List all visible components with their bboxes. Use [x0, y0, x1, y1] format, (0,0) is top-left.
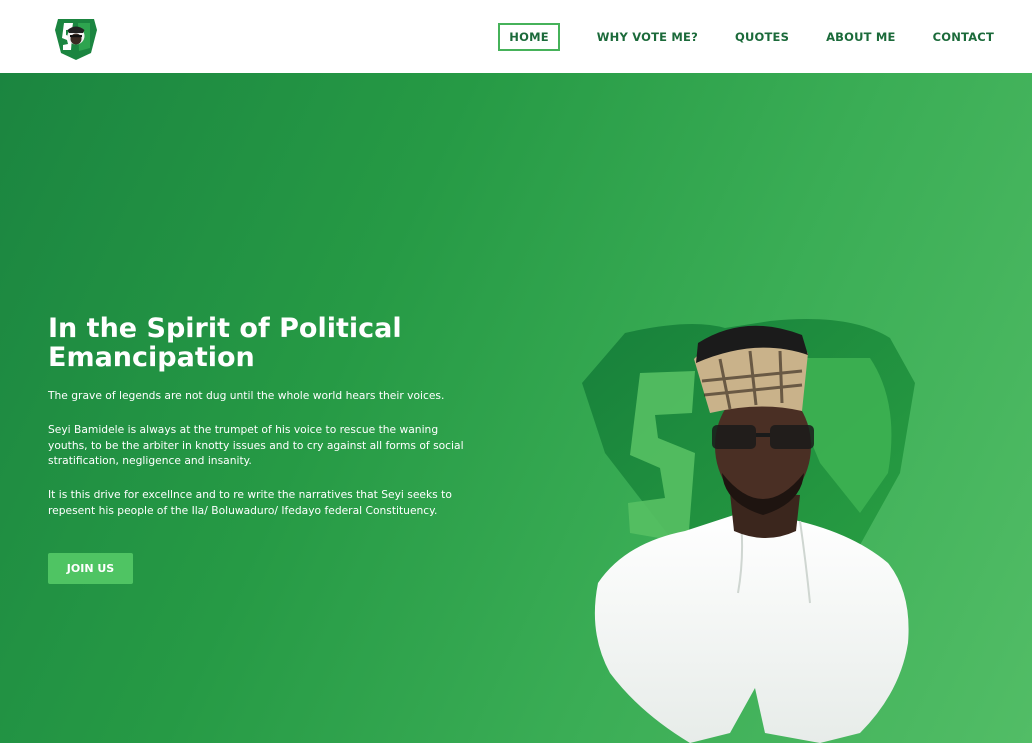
nav-home[interactable]: HOME — [498, 23, 560, 51]
nav-contact[interactable]: CONTACT — [933, 25, 994, 49]
main-nav: HOME WHY VOTE ME? QUOTES ABOUT ME CONTAC… — [498, 23, 994, 51]
hero-title-line-2: Emancipation — [48, 342, 255, 373]
join-us-button[interactable]: JOIN US — [48, 553, 133, 584]
site-header: HOME WHY VOTE ME? QUOTES ABOUT ME CONTAC… — [0, 0, 1032, 73]
hero-description: Seyi Bamidele is always at the trumpet o… — [48, 423, 464, 467]
hero-section: In the Spirit of Political Emancipation … — [0, 73, 1032, 743]
candidate-portrait-image — [582, 319, 915, 743]
hero-tagline: The grave of legends are not dug until t… — [48, 389, 445, 402]
hero-title: In the Spirit of Political Emancipation — [48, 314, 468, 372]
nav-about-me[interactable]: ABOUT ME — [826, 25, 896, 49]
nav-quotes[interactable]: QUOTES — [735, 25, 789, 49]
hero-title-line-1: In the Spirit of Political — [48, 313, 402, 344]
sb-monogram-logo-icon[interactable] — [52, 13, 100, 61]
hero-mission: It is this drive for excellnce and to re… — [48, 488, 452, 517]
nav-why-vote-me[interactable]: WHY VOTE ME? — [597, 25, 698, 49]
